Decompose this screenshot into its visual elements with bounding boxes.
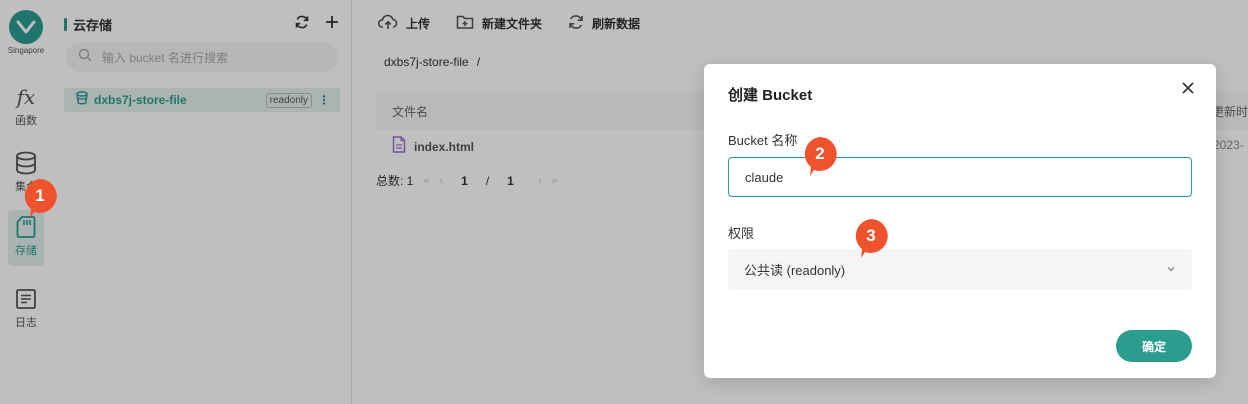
step-marker-1: 1 <box>22 178 58 218</box>
step-marker-2: 2 <box>802 136 838 176</box>
close-icon[interactable] <box>1180 80 1196 96</box>
create-bucket-dialog: 创建 Bucket Bucket 名称 权限 公共读 (readonly) 确定 <box>704 64 1216 378</box>
permission-selected-value: 公共读 (readonly) <box>744 262 846 278</box>
confirm-button[interactable]: 确定 <box>1116 330 1192 362</box>
step-number: 2 <box>815 144 825 163</box>
permission-label: 权限 <box>728 226 755 241</box>
bucket-name-input[interactable] <box>728 157 1192 197</box>
step-marker-3: 3 <box>853 218 889 258</box>
chevron-down-icon <box>1166 262 1176 277</box>
permission-select[interactable]: 公共读 (readonly) <box>728 249 1192 289</box>
step-number: 3 <box>866 226 876 245</box>
dialog-title: 创建 Bucket <box>728 87 813 104</box>
step-number: 1 <box>35 186 45 205</box>
bucket-name-label: Bucket 名称 <box>728 133 798 148</box>
